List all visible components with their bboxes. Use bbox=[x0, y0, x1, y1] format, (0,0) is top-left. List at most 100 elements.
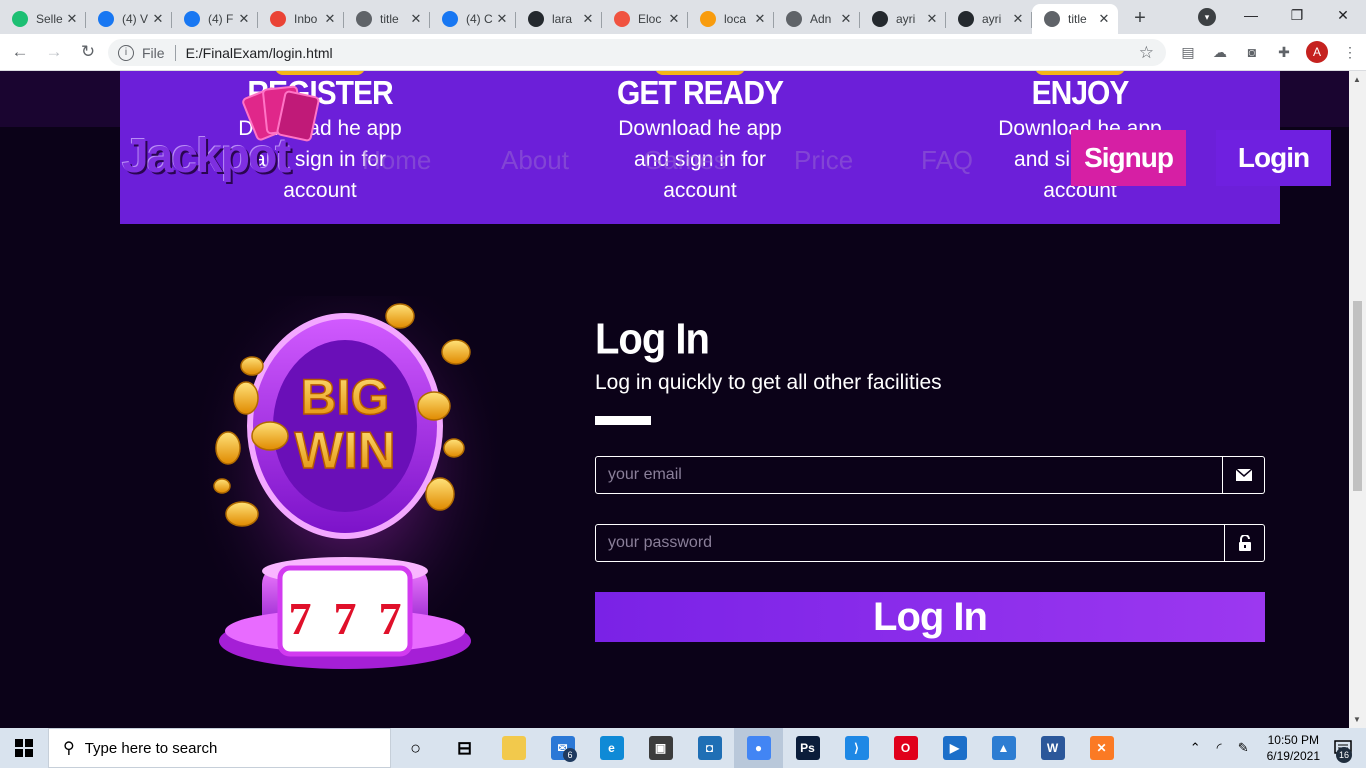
restore-icon[interactable]: ❐ bbox=[1274, 0, 1320, 30]
email-field-group bbox=[595, 456, 1265, 494]
movies-icon: ▶ bbox=[942, 736, 967, 760]
forward-icon[interactable]: → bbox=[40, 38, 68, 66]
phpmyadmin-icon bbox=[700, 11, 716, 27]
signup-button[interactable]: Signup bbox=[1071, 130, 1186, 186]
browser-tab[interactable]: Inbo ✕ bbox=[258, 4, 344, 34]
taskbar-app[interactable]: ▣ bbox=[636, 728, 685, 768]
browser-tab[interactable]: loca ✕ bbox=[688, 4, 774, 34]
browser-tab[interactable]: Eloc ✕ bbox=[602, 4, 688, 34]
taskbar-app[interactable]: ● bbox=[734, 728, 783, 768]
big-win-slot-illustration: BIG WIN 7 7 7 bbox=[200, 296, 500, 676]
tab-search-icon[interactable]: ▾ bbox=[1198, 8, 1216, 26]
browser-tab[interactable]: Selle ✕ bbox=[0, 4, 86, 34]
taskbar-clock[interactable]: 10:50 PM 6/19/2021 bbox=[1267, 732, 1320, 764]
tab-close-icon[interactable]: ✕ bbox=[1096, 11, 1112, 27]
nav-faq[interactable]: FAQ bbox=[921, 145, 973, 176]
windows-start-icon[interactable] bbox=[0, 728, 48, 768]
browser-tab[interactable]: ayri ✕ bbox=[860, 4, 946, 34]
nav-about[interactable]: About bbox=[501, 145, 569, 176]
page-scrollbar[interactable]: ▲ ▼ bbox=[1349, 71, 1366, 728]
tab-close-icon[interactable]: ✕ bbox=[752, 11, 768, 27]
back-icon[interactable]: ← bbox=[6, 38, 34, 66]
address-bar[interactable]: i File E:/FinalExam/login.html ☆ bbox=[108, 39, 1166, 66]
taskbar-app[interactable]: ⟩ bbox=[832, 728, 881, 768]
scroll-down-icon[interactable]: ▼ bbox=[1353, 715, 1361, 724]
tab-close-icon[interactable]: ✕ bbox=[494, 11, 510, 27]
browser-tab[interactable]: title ✕ bbox=[344, 4, 430, 34]
photos-icon: ▲ bbox=[991, 736, 1016, 760]
system-tray: ⌃ ◜ ✎ 10:50 PM 6/19/2021 16 bbox=[1182, 728, 1366, 768]
browser-tab[interactable]: (4) F ✕ bbox=[172, 4, 258, 34]
profile-avatar[interactable]: A bbox=[1306, 41, 1328, 63]
taskbar-app[interactable]: ▶ bbox=[930, 728, 979, 768]
taskbar-search-box[interactable]: ⚲ Type here to search bbox=[48, 728, 391, 768]
password-field-group bbox=[595, 524, 1265, 562]
reel-2: 7 bbox=[334, 593, 357, 644]
tab-close-icon[interactable]: ✕ bbox=[64, 11, 80, 27]
scrollbar-thumb[interactable] bbox=[1353, 301, 1362, 491]
step-title: ENJOY bbox=[1031, 75, 1130, 112]
taskbar-app[interactable]: Ps bbox=[783, 728, 832, 768]
login-submit-button[interactable]: Log In bbox=[595, 592, 1265, 642]
info-icon[interactable]: i bbox=[118, 44, 134, 61]
tab-close-icon[interactable]: ✕ bbox=[924, 11, 940, 27]
menu-kebab-icon[interactable]: ⋮ bbox=[1334, 38, 1366, 66]
bookmark-star-icon[interactable]: ☆ bbox=[1139, 43, 1154, 63]
taskbar-app[interactable] bbox=[489, 728, 538, 768]
tab-close-icon[interactable]: ✕ bbox=[666, 11, 682, 27]
taskbar-app[interactable]: ⊟ bbox=[440, 728, 489, 768]
password-input[interactable] bbox=[595, 524, 1225, 562]
email-input[interactable] bbox=[595, 456, 1223, 494]
taskbar-app[interactable]: e bbox=[587, 728, 636, 768]
reload-icon[interactable]: ↻ bbox=[74, 38, 102, 66]
tab-title: title bbox=[380, 12, 399, 26]
taskbar-app[interactable]: ○ bbox=[391, 728, 440, 768]
tab-close-icon[interactable]: ✕ bbox=[580, 11, 596, 27]
new-tab-icon[interactable]: + bbox=[1126, 4, 1154, 32]
tab-close-icon[interactable]: ✕ bbox=[838, 11, 854, 27]
tab-title: (4) F bbox=[208, 12, 234, 26]
browser-tab[interactable]: ayri ✕ bbox=[946, 4, 1032, 34]
scroll-up-icon[interactable]: ▲ bbox=[1353, 75, 1361, 84]
address-url[interactable]: E:/FinalExam/login.html bbox=[186, 45, 333, 61]
notifications-icon[interactable]: 16 bbox=[1330, 735, 1356, 763]
minimize-icon[interactable]: — bbox=[1228, 0, 1274, 30]
github-icon bbox=[872, 11, 888, 27]
tab-title: lara bbox=[552, 12, 573, 26]
nav-games[interactable]: Games bbox=[643, 145, 727, 176]
camera-extension-icon[interactable]: ◙ bbox=[1236, 38, 1268, 66]
network-icon[interactable]: ◜ bbox=[1217, 740, 1222, 756]
pen-icon[interactable]: ✎ bbox=[1238, 740, 1249, 756]
taskbar-app[interactable]: ✕ bbox=[1077, 728, 1126, 768]
tab-close-icon[interactable]: ✕ bbox=[322, 11, 338, 27]
site-logo[interactable]: Jackpot bbox=[122, 129, 291, 184]
nav-home[interactable]: Home bbox=[362, 145, 431, 176]
app-icon: ◘ bbox=[697, 736, 722, 760]
tab-title: Adn bbox=[810, 12, 832, 26]
browser-tab[interactable]: Adn ✕ bbox=[774, 4, 860, 34]
page-viewport: REGISTER Download he app and sign in for… bbox=[0, 71, 1349, 728]
extensions-puzzle-icon[interactable]: ✚ bbox=[1268, 38, 1300, 66]
cloud-extension-icon[interactable]: ☁ bbox=[1204, 38, 1236, 66]
tab-close-icon[interactable]: ✕ bbox=[236, 11, 252, 27]
nav-price[interactable]: Price bbox=[794, 145, 853, 176]
pdf-extension-icon[interactable]: ▤ bbox=[1172, 38, 1204, 66]
chevron-up-icon[interactable]: ⌃ bbox=[1190, 740, 1201, 756]
taskbar-app[interactable]: O bbox=[881, 728, 930, 768]
tab-close-icon[interactable]: ✕ bbox=[408, 11, 424, 27]
step-title: REGISTER bbox=[247, 75, 393, 112]
tab-close-icon[interactable]: ✕ bbox=[150, 11, 166, 27]
browser-tab[interactable]: lara ✕ bbox=[516, 4, 602, 34]
browser-tab[interactable]: (4) V ✕ bbox=[86, 4, 172, 34]
browser-tab[interactable]: title ✕ bbox=[1032, 4, 1118, 34]
taskbar-app[interactable]: ✉ 6 bbox=[538, 728, 587, 768]
app-badge: 6 bbox=[563, 748, 577, 762]
tab-close-icon[interactable]: ✕ bbox=[1010, 11, 1026, 27]
taskbar-app[interactable]: W bbox=[1028, 728, 1077, 768]
browser-tab[interactable]: (4) C ✕ bbox=[430, 4, 516, 34]
close-window-icon[interactable]: ✕ bbox=[1320, 0, 1366, 30]
taskbar-app[interactable]: ▲ bbox=[979, 728, 1028, 768]
taskbar-app[interactable]: ◘ bbox=[685, 728, 734, 768]
github-icon bbox=[528, 11, 544, 27]
nav-login-button[interactable]: Login bbox=[1216, 130, 1331, 186]
